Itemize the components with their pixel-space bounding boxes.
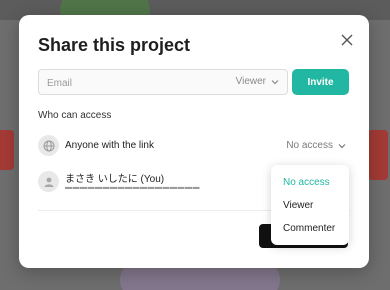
link-access-select[interactable]: No access	[286, 140, 346, 151]
user-name: まさき いしたに (You)	[65, 174, 165, 185]
user-icon	[38, 171, 59, 192]
link-access-row: Anyone with the link No access	[38, 131, 350, 161]
background-art	[368, 130, 388, 180]
close-icon[interactable]	[339, 32, 355, 48]
dropdown-option-viewer[interactable]: Viewer	[271, 194, 349, 217]
chevron-down-icon	[338, 142, 346, 150]
chevron-down-icon	[271, 78, 279, 86]
dialog-title: Share this project	[38, 35, 191, 55]
link-access-label: Anyone with the link	[65, 140, 154, 151]
access-dropdown-menu: No access Viewer Commenter	[271, 165, 349, 245]
user-email-masked: ▬▬▬▬▬▬▬▬▬▬▬▬▬▬▬▬▬▬	[65, 184, 200, 191]
email-invite-field: Viewer	[38, 69, 288, 95]
email-input[interactable]	[47, 74, 217, 92]
globe-icon	[38, 135, 59, 156]
role-select-value: Viewer	[235, 76, 266, 87]
dropdown-option-no-access[interactable]: No access	[271, 171, 349, 194]
who-can-access-label: Who can access	[38, 110, 112, 121]
dropdown-option-commenter[interactable]: Commenter	[271, 217, 349, 240]
invite-button[interactable]: Invite	[292, 69, 349, 95]
background-art	[0, 130, 14, 170]
role-select[interactable]: Viewer	[236, 76, 279, 87]
link-access-value: No access	[286, 140, 333, 151]
